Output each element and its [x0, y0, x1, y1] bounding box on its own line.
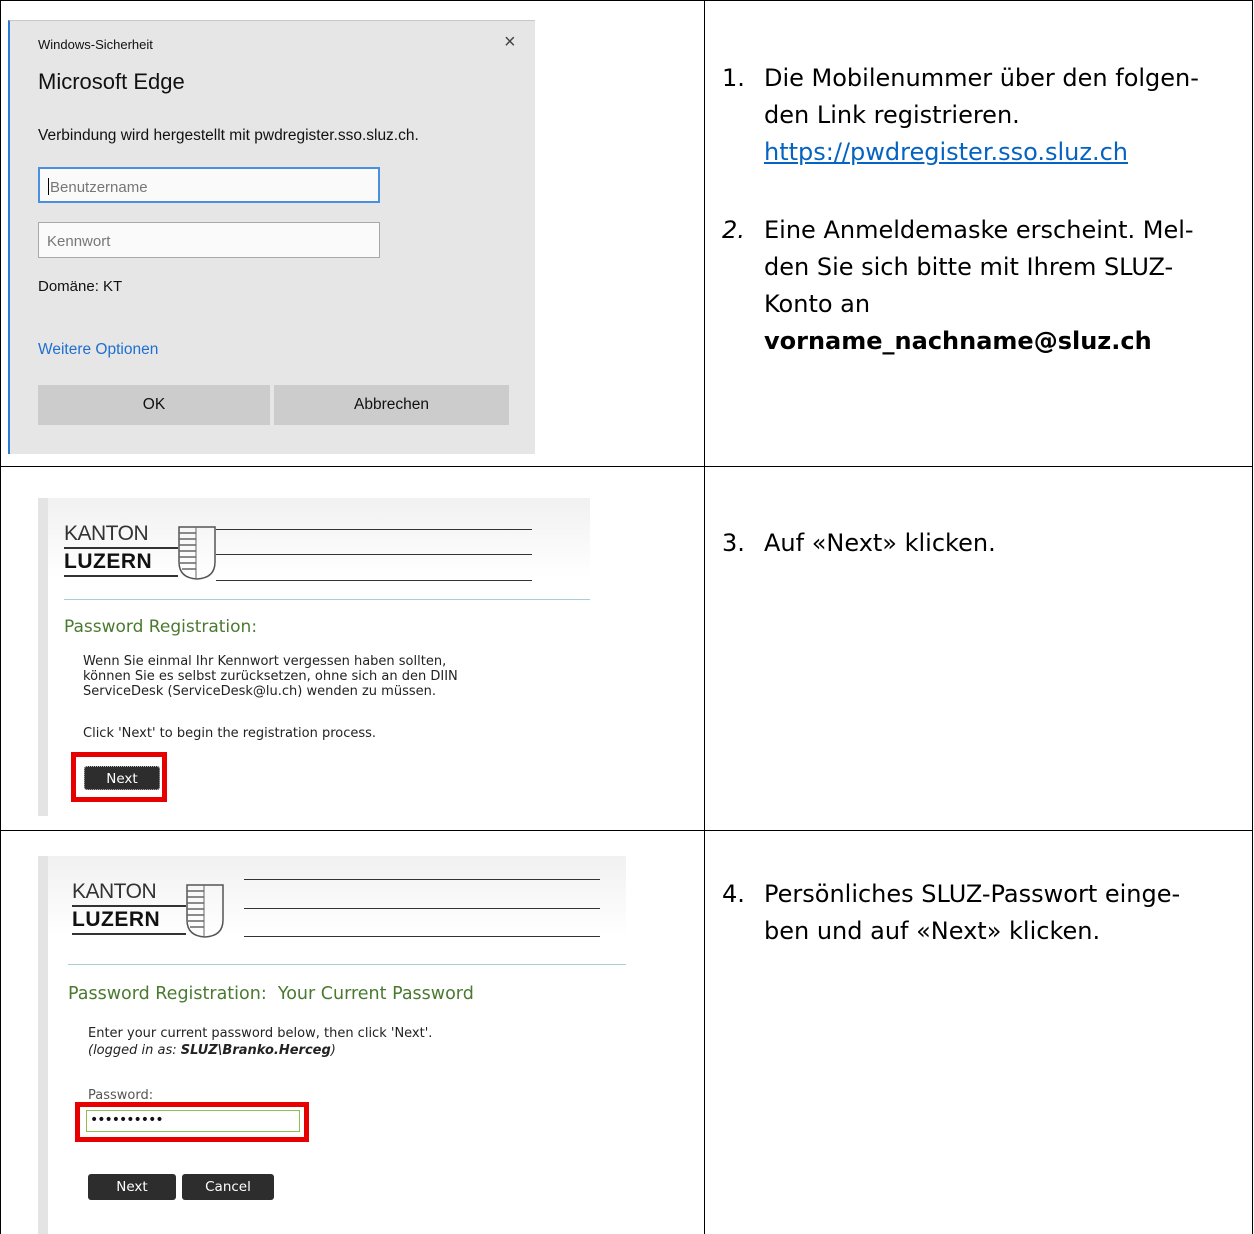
- step-number: 4.: [722, 880, 745, 908]
- password-field-highlight: [75, 1102, 309, 1142]
- step-text-line: Die Mobilenummer über den folgen-: [764, 64, 1199, 92]
- step-number: 1.: [722, 64, 745, 92]
- login-format: vorname_nachname@sluz.ch: [764, 327, 1152, 355]
- step-text-line: Auf «Next» klicken.: [764, 529, 996, 557]
- page-title: Password Registration:: [64, 617, 258, 637]
- step-text-line: den Sie sich bitte mit Ihrem SLUZ-: [764, 253, 1174, 281]
- username-placeholder: Benutzername: [50, 179, 148, 196]
- table-row-divider: [0, 466, 1253, 467]
- text-cursor: [48, 178, 49, 195]
- step-text-line: ben und auf «Next» klicken.: [764, 917, 1101, 945]
- kanton-luzern-logo: KANTON: [64, 522, 149, 545]
- domain-label: Domäne: KT: [38, 278, 123, 295]
- step-1: 1. Die Mobilenummer über den folgen- den…: [722, 60, 1232, 190]
- page-title: Password Registration: Your Current Pass…: [68, 984, 474, 1004]
- cancel-button[interactable]: Cancel: [182, 1174, 274, 1200]
- kanton-luzern-logo: KANTON: [72, 880, 157, 903]
- dialog-window-title: Windows-Sicherheit: [38, 37, 153, 52]
- table-border-right: [1252, 0, 1253, 1234]
- ok-button[interactable]: OK: [38, 385, 270, 425]
- step-text-line: den Link registrieren.: [764, 101, 1020, 129]
- table-column-divider: [704, 0, 705, 1234]
- password-registration-panel: KANTON LUZERN Password Registration: Wen…: [38, 498, 590, 816]
- cancel-button[interactable]: Abbrechen: [274, 385, 509, 425]
- step-text-line: Persönliches SLUZ-Passwort einge-: [764, 880, 1181, 908]
- password-field[interactable]: Kennwort: [38, 222, 380, 258]
- table-row-divider: [0, 830, 1253, 831]
- current-password-panel: KANTON LUZERN Password Registration: You…: [38, 856, 626, 1234]
- step-4: 4. Persönliches SLUZ-Passwort einge- ben…: [722, 876, 1232, 956]
- next-button-highlight: [71, 752, 167, 802]
- step-number: 3.: [722, 529, 745, 557]
- coat-of-arms-icon: [186, 884, 224, 938]
- registration-link[interactable]: https://pwdregister.sso.sluz.ch: [764, 138, 1128, 166]
- step-text-line: Eine Anmeldemaske erscheint. Mel-: [764, 216, 1194, 244]
- info-text: Wenn Sie einmal Ihr Kennwort vergessen h…: [83, 654, 458, 699]
- windows-security-dialog: Windows-Sicherheit × Microsoft Edge Verb…: [8, 20, 535, 454]
- step-3: 3. Auf «Next» klicken.: [722, 525, 1232, 565]
- logged-in-user: SLUZ\Branko.Herceg: [180, 1043, 331, 1058]
- next-button[interactable]: Next: [88, 1174, 176, 1200]
- coat-of-arms-icon: [178, 526, 216, 580]
- password-label: Password:: [88, 1088, 154, 1103]
- table-border-left: [0, 0, 1, 1234]
- step-text-line: Konto an: [764, 290, 871, 318]
- dialog-app-name: Microsoft Edge: [38, 69, 185, 94]
- password-placeholder: Kennwort: [47, 233, 111, 250]
- logged-in-text: (logged in as: SLUZ\Branko.Herceg): [88, 1043, 336, 1058]
- instruction-text: Click 'Next' to begin the registration p…: [83, 726, 377, 741]
- dialog-connecting-text: Verbindung wird hergestellt mit pwdregis…: [38, 127, 419, 144]
- step-number: 2.: [722, 216, 745, 244]
- close-icon[interactable]: ×: [504, 31, 516, 54]
- step-2: 2. Eine Anmeldemaske erscheint. Mel- den…: [722, 212, 1232, 372]
- table-border-top: [0, 0, 1253, 1]
- instruction-text: Enter your current password below, then …: [88, 1026, 433, 1041]
- more-options-link[interactable]: Weitere Optionen: [38, 341, 158, 359]
- username-field[interactable]: Benutzername: [38, 167, 380, 203]
